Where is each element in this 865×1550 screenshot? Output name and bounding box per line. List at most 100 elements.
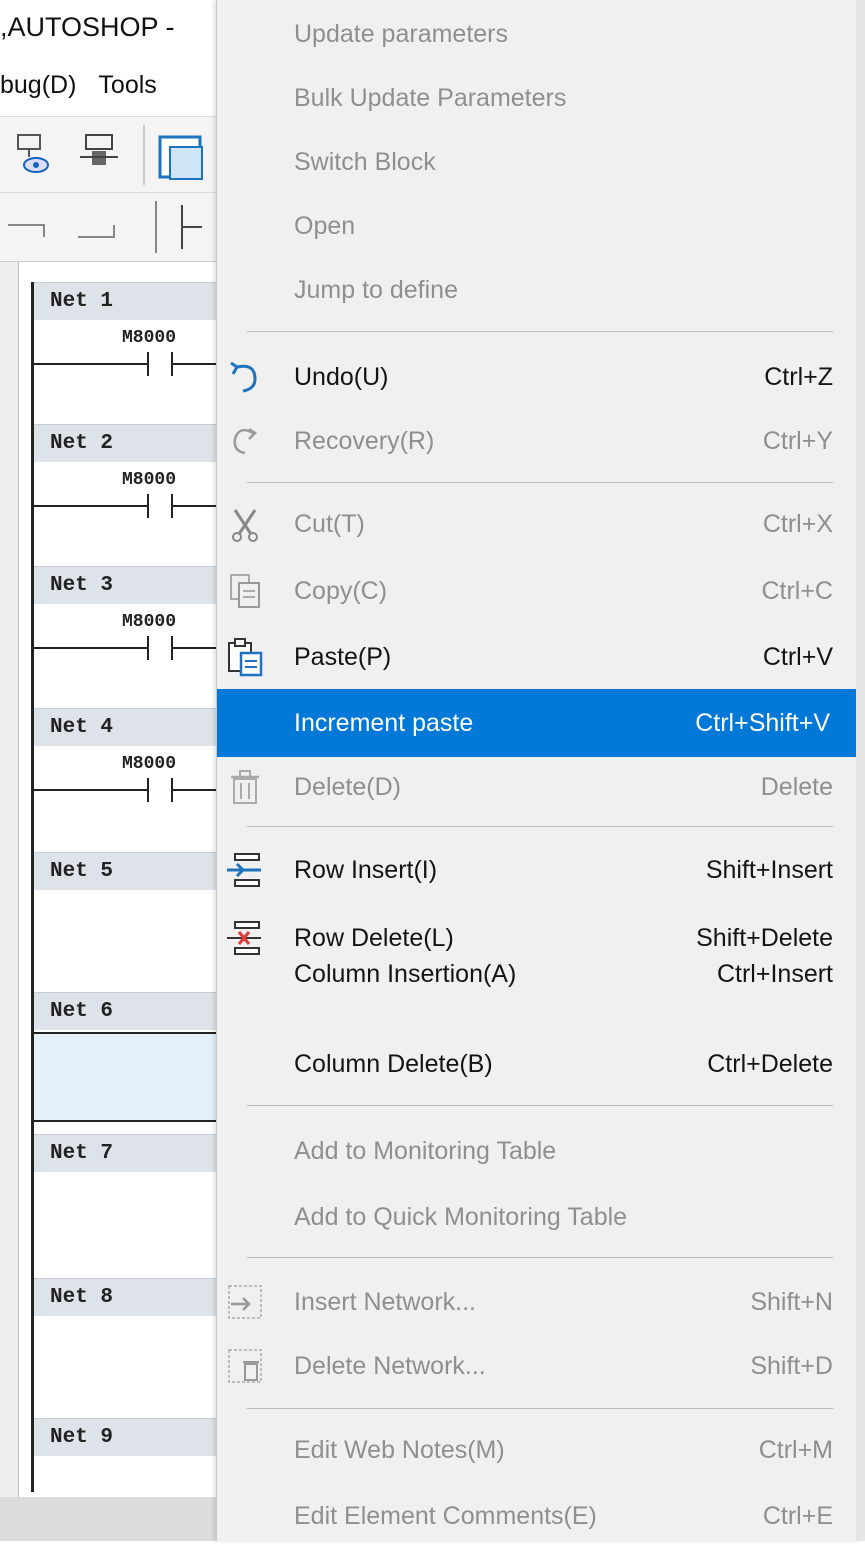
menu-item-label: Update parameters [294, 20, 509, 48]
menu-item-label: Insert Network... [294, 1288, 476, 1316]
ladder-contact[interactable] [34, 348, 220, 378]
horizontal-scrollbar[interactable] [0, 1497, 220, 1541]
contact-label: M8000 [122, 754, 177, 774]
menu-item-shortcut: Shift+Insert [705, 856, 833, 884]
contact-label: M8000 [122, 612, 177, 632]
menu-item-shortcut: Ctrl+Insert [716, 960, 833, 988]
menu-item-label: Copy(C) [294, 577, 388, 605]
menu-item-label: Edit Element Comments(E) [294, 1502, 597, 1530]
menu-item-label: Switch Block [294, 148, 436, 176]
menu-item-paste[interactable]: Paste(P) Ctrl+V [217, 623, 861, 691]
menu-item-label: Jump to define [294, 276, 458, 304]
menu-bar: bug(D) Tools [0, 54, 220, 116]
menu-debug[interactable]: bug(D) [0, 71, 76, 99]
menu-item-copy[interactable]: Copy(C) Ctrl+C [217, 557, 861, 625]
menu-item-label: Add to Quick Monitoring Table [294, 1203, 628, 1231]
menu-item-label: Recovery(R) [294, 427, 435, 455]
menu-separator [247, 1408, 833, 1409]
cut-icon [232, 509, 258, 542]
menu-separator [247, 331, 833, 332]
toolbar-ladder [0, 192, 220, 262]
context-menu: Update parameters Bulk Update Parameters… [216, 0, 861, 1541]
toolbar-top [0, 116, 220, 193]
row-insert-icon [227, 853, 261, 887]
menu-item-column-insertion[interactable]: Column Insertion(A) Ctrl+Insert [217, 938, 861, 1006]
menu-item-shortcut: Ctrl+Shift+V [695, 709, 830, 737]
menu-item-shortcut: Ctrl+C [761, 577, 833, 605]
menu-separator [247, 1257, 833, 1258]
net-header[interactable]: Net 1 [34, 282, 234, 320]
trash-icon [231, 770, 259, 804]
menu-item-undo[interactable]: Undo(U) Ctrl+Z [217, 343, 861, 411]
window-edge [856, 0, 865, 1541]
menu-separator [247, 482, 833, 483]
menu-item-column-delete[interactable]: Column Delete(B) Ctrl+Delete [217, 1030, 861, 1098]
net-header[interactable]: Net 4 [34, 708, 234, 746]
ladder-contact[interactable] [34, 774, 220, 804]
menu-item-label: Increment paste [294, 709, 474, 737]
menu-item-bulk-update-parameters[interactable]: Bulk Update Parameters [217, 64, 861, 132]
ladder-contact[interactable] [34, 490, 220, 520]
ladder-editor[interactable]: Net 1 M8000 Net 2 M8000 Net 3 M8000 Net … [0, 262, 234, 1497]
menu-item-open[interactable]: Open [217, 192, 861, 260]
menu-separator [247, 1105, 833, 1106]
menu-tools[interactable]: Tools [98, 71, 156, 99]
menu-item-delete-network[interactable]: Delete Network... Shift+D [217, 1332, 861, 1400]
copy-icon [230, 574, 260, 608]
selected-network[interactable] [34, 1032, 234, 1122]
menu-item-label: Undo(U) [294, 363, 389, 391]
menu-item-shortcut: Shift+D [750, 1352, 833, 1380]
monitor-network-icon[interactable] [6, 117, 56, 193]
ladder-line-icons[interactable] [4, 193, 144, 261]
menu-item-label: Open [294, 212, 356, 240]
menu-item-row-insert[interactable]: Row Insert(I) Shift+Insert [217, 836, 861, 904]
menu-item-shortcut: Ctrl+Delete [707, 1050, 833, 1078]
menu-item-shortcut: Ctrl+Y [762, 427, 833, 455]
menu-item-jump-to-define[interactable]: Jump to define [217, 256, 861, 324]
ladder-contact[interactable] [34, 632, 220, 662]
window-title: ,AUTOSHOP - [0, 0, 220, 54]
menu-separator [247, 826, 833, 827]
redo-icon [233, 427, 257, 455]
menu-item-edit-web-notes[interactable]: Edit Web Notes(M) Ctrl+M [217, 1416, 861, 1484]
delete-network-icon [228, 1349, 262, 1383]
net-header[interactable]: Net 7 [34, 1134, 234, 1172]
menu-item-label: Edit Web Notes(M) [294, 1436, 505, 1464]
menu-item-label: Column Insertion(A) [294, 960, 517, 988]
net-header[interactable]: Net 2 [34, 424, 234, 462]
menu-item-shortcut: Ctrl+E [762, 1502, 833, 1530]
menu-item-shortcut: Ctrl+X [762, 510, 833, 538]
net-header[interactable]: Net 3 [34, 566, 234, 604]
menu-item-recovery[interactable]: Recovery(R) Ctrl+Y [217, 407, 861, 475]
contact-label: M8000 [122, 328, 177, 348]
window-icon[interactable] [152, 117, 212, 193]
menu-item-label: Bulk Update Parameters [294, 84, 567, 112]
menu-item-increment-paste[interactable]: Increment paste Ctrl+Shift+V [217, 689, 858, 757]
menu-item-shortcut: Ctrl+V [762, 643, 833, 671]
net-header[interactable]: Net 8 [34, 1278, 234, 1316]
menu-item-shortcut: Ctrl+M [758, 1436, 833, 1464]
paste-icon [228, 638, 263, 677]
menu-item-label: Delete Network... [294, 1352, 486, 1380]
contact-label: M8000 [122, 470, 177, 490]
menu-item-delete[interactable]: Delete(D) Delete [217, 753, 861, 821]
menu-item-label: Delete(D) [294, 773, 401, 801]
net-header[interactable]: Net 6 [34, 992, 234, 1030]
menu-item-switch-block[interactable]: Switch Block [217, 128, 861, 196]
menu-item-insert-network[interactable]: Insert Network... Shift+N [217, 1268, 861, 1336]
menu-item-shortcut: Ctrl+Z [764, 363, 833, 391]
menu-item-update-parameters[interactable]: Update parameters [217, 0, 861, 68]
net-header[interactable]: Net 5 [34, 852, 234, 890]
menu-item-label: Row Insert(I) [294, 856, 438, 884]
undo-icon [230, 361, 257, 393]
menu-item-label: Cut(T) [294, 510, 365, 538]
network-icon[interactable] [76, 117, 126, 193]
menu-item-add-quick-monitoring-table[interactable]: Add to Quick Monitoring Table [217, 1183, 861, 1251]
menu-item-label: Add to Monitoring Table [294, 1137, 557, 1165]
menu-item-add-monitoring-table[interactable]: Add to Monitoring Table [217, 1117, 861, 1185]
menu-item-edit-element-comments[interactable]: Edit Element Comments(E) Ctrl+E [217, 1482, 861, 1550]
menu-item-cut[interactable]: Cut(T) Ctrl+X [217, 490, 861, 558]
contact-insert-icon[interactable] [150, 193, 220, 261]
net-header[interactable]: Net 9 [34, 1418, 234, 1456]
menu-item-label: Paste(P) [294, 643, 392, 671]
